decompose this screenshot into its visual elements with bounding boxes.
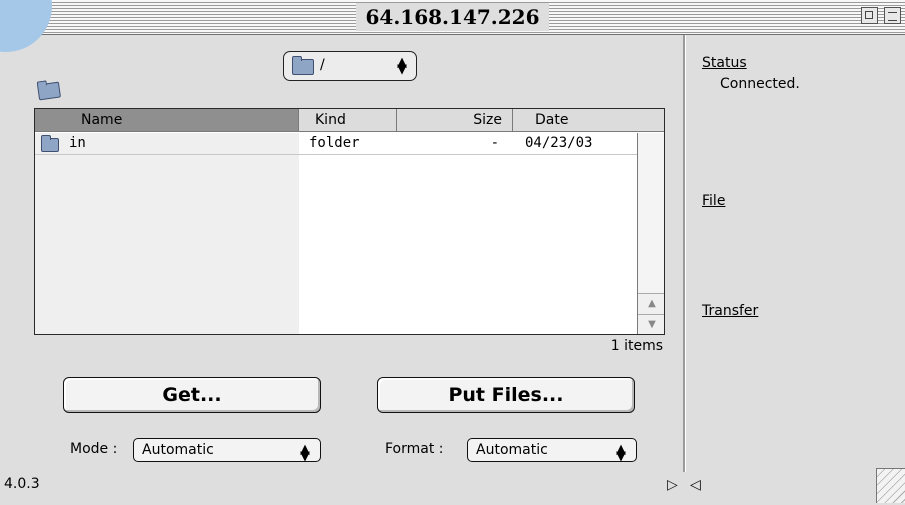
file-browser-pane: / ▲ ▼ Name Kind Size Date in folder - 04/… — [0, 35, 683, 493]
ftp-window: 64.168.147.226 / ▲ ▼ Name Kind Size Date … — [0, 0, 905, 505]
parent-folder-icon[interactable] — [36, 81, 62, 101]
transfer-heading: Transfer — [702, 303, 759, 319]
resize-grip-icon[interactable] — [876, 468, 905, 503]
expand-right-arrow-icon[interactable]: ▷ — [667, 477, 678, 493]
mode-value: Automatic — [142, 442, 214, 458]
title-bar[interactable]: 64.168.147.226 — [0, 0, 905, 35]
status-value: Connected. — [720, 76, 800, 92]
column-header-size[interactable]: Size — [397, 109, 513, 132]
item-count: 1 items — [610, 338, 663, 354]
column-headers: Name Kind Size Date — [35, 109, 664, 133]
up-down-arrows-icon: ▲ ▼ — [397, 55, 407, 77]
table-row[interactable]: in folder - 04/23/03 — [35, 133, 637, 155]
column-header-date[interactable]: Date — [513, 109, 664, 132]
collapse-box-icon[interactable] — [884, 7, 901, 24]
put-files-button[interactable]: Put Files... — [377, 377, 635, 413]
collapse-left-arrow-icon[interactable]: ◁ — [690, 477, 701, 493]
up-down-arrows-icon: ▲ ▼ — [616, 442, 626, 464]
format-value: Automatic — [476, 442, 548, 458]
row-kind: folder — [309, 135, 360, 151]
scroll-up-arrow-icon[interactable]: ▲ — [638, 293, 664, 315]
mode-select[interactable]: Automatic ▲ ▼ — [133, 438, 321, 464]
row-size: - — [490, 135, 499, 151]
status-panel: Status Connected. File Transfer ◁ — [686, 35, 905, 503]
column-header-name[interactable]: Name — [35, 109, 299, 132]
folder-icon — [41, 135, 59, 152]
row-name: in — [69, 135, 86, 151]
file-list[interactable]: Name Kind Size Date in folder - 04/23/03… — [34, 108, 665, 335]
current-path: / — [320, 57, 325, 73]
row-date: 04/23/03 — [525, 135, 593, 151]
path-popup-menu[interactable]: / ▲ ▼ — [283, 51, 417, 81]
window-title: 64.168.147.226 — [355, 3, 550, 31]
format-select[interactable]: Automatic ▲ ▼ — [467, 438, 637, 464]
get-button[interactable]: Get... — [63, 377, 321, 413]
column-header-kind[interactable]: Kind — [299, 109, 397, 132]
status-heading: Status — [702, 55, 747, 71]
mode-label: Mode : — [70, 441, 118, 457]
file-rows: in folder - 04/23/03 — [35, 133, 637, 334]
zoom-box-icon[interactable] — [861, 7, 878, 24]
file-heading: File — [702, 193, 726, 209]
up-down-arrows-icon: ▲ ▼ — [300, 442, 310, 464]
vertical-scrollbar[interactable]: ▲ ▼ — [637, 133, 664, 334]
folder-icon — [292, 56, 314, 75]
name-column-background — [35, 133, 299, 334]
format-label: Format : — [385, 441, 444, 457]
scroll-down-arrow-icon[interactable]: ▼ — [638, 314, 664, 334]
version-label: 4.0.3 — [4, 476, 40, 492]
